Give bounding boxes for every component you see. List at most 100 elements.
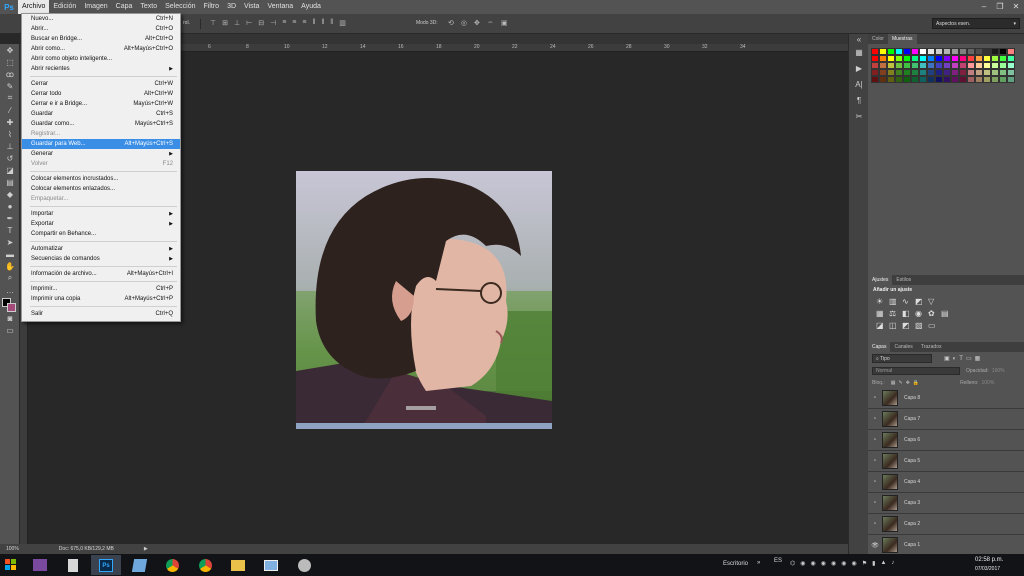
minimize-icon[interactable]: –: [976, 0, 992, 14]
restore-icon[interactable]: ❐: [992, 0, 1008, 14]
path-select-tool-icon[interactable]: ➤: [0, 236, 20, 248]
tray-volume-icon[interactable]: ♪: [891, 560, 894, 567]
file-menu-item[interactable]: Abrir... Ctrl+O: [22, 24, 180, 34]
gradient-map-icon[interactable]: ▭: [928, 321, 941, 330]
color-swatch[interactable]: [999, 55, 1007, 62]
3d-roll-icon[interactable]: ◎: [461, 19, 467, 27]
tray-app-3-icon[interactable]: ◉: [821, 560, 826, 567]
menu-edicion[interactable]: Edición: [49, 0, 80, 14]
file-menu-item[interactable]: Secuencias de comandos ▶: [22, 254, 180, 264]
actions-panel-icon[interactable]: ▶: [849, 60, 869, 76]
hand-tool-icon[interactable]: ✋: [0, 260, 20, 272]
invert-icon[interactable]: ◪: [876, 321, 889, 330]
levels-icon[interactable]: ▥: [889, 297, 902, 306]
layer-name[interactable]: Capa 8: [904, 395, 920, 401]
visibility-eye-icon[interactable]: 👁: [868, 542, 882, 549]
document-image[interactable]: [296, 171, 552, 429]
color-swatch[interactable]: [903, 55, 911, 62]
layer-name[interactable]: Capa 6: [904, 437, 920, 443]
color-swatch[interactable]: [911, 62, 919, 69]
file-menu-item[interactable]: Buscar en Bridge... Alt+Ctrl+O: [22, 34, 180, 44]
file-menu-item[interactable]: Guardar como... Mayús+Ctrl+S: [22, 119, 180, 129]
color-swatch[interactable]: [927, 62, 935, 69]
color-swatch[interactable]: [1007, 76, 1015, 83]
layer-row[interactable]: ▫ Capa 6: [868, 430, 1024, 451]
visibility-toggle-icon[interactable]: ▫: [868, 479, 882, 485]
visibility-toggle-icon[interactable]: ▫: [868, 458, 882, 464]
tab-adjustments[interactable]: Ajustes: [868, 275, 893, 285]
color-swatch[interactable]: [991, 55, 999, 62]
lasso-tool-icon[interactable]: ꝏ: [0, 68, 20, 80]
color-swatch[interactable]: [991, 76, 999, 83]
color-swatch[interactable]: [871, 55, 879, 62]
threshold-icon[interactable]: ◩: [902, 321, 915, 330]
color-swatch[interactable]: [943, 48, 951, 55]
layer-name[interactable]: Capa 7: [904, 416, 920, 422]
taskbar-app-chrome-icon[interactable]: [157, 555, 187, 575]
color-swatch[interactable]: [935, 76, 943, 83]
more-tools-icon[interactable]: …: [0, 284, 20, 296]
color-swatch[interactable]: [919, 62, 927, 69]
layer-filter-icons[interactable]: ▣◐T▭▦: [944, 355, 983, 362]
file-menu-item[interactable]: Automatizar ▶: [22, 244, 180, 254]
black-white-icon[interactable]: ◧: [902, 309, 915, 318]
color-swatch[interactable]: [983, 48, 991, 55]
file-menu-item[interactable]: Salir Ctrl+Q: [22, 309, 180, 319]
color-swatch[interactable]: [895, 76, 903, 83]
taskbar-app-viewer-icon[interactable]: [256, 555, 286, 575]
menu-filtro[interactable]: Filtro: [200, 0, 224, 14]
tray-app-2-icon[interactable]: ◉: [811, 560, 816, 567]
pen-tool-icon[interactable]: ✒: [0, 212, 20, 224]
taskbar-app-winrar-icon[interactable]: [25, 555, 55, 575]
close-icon[interactable]: ✕: [1008, 0, 1024, 14]
color-swatch[interactable]: [967, 69, 975, 76]
brush-tool-icon[interactable]: ⌇: [0, 128, 20, 140]
file-menu-item[interactable]: Cerrar Ctrl+W: [22, 79, 180, 89]
file-menu-item[interactable]: Exportar ▶: [22, 219, 180, 229]
color-swatch[interactable]: [935, 48, 943, 55]
layer-row[interactable]: ▫ Capa 4: [868, 472, 1024, 493]
zoom-tool-icon[interactable]: ⌕: [0, 272, 20, 284]
opacity-value[interactable]: 100%: [992, 368, 1005, 374]
color-swatch[interactable]: [935, 69, 943, 76]
color-swatch[interactable]: [959, 55, 967, 62]
color-swatch[interactable]: [999, 76, 1007, 83]
file-menu-item[interactable]: Abrir recientes ▶: [22, 64, 180, 74]
color-swatch[interactable]: [871, 48, 879, 55]
color-swatch[interactable]: [911, 48, 919, 55]
color-swatch[interactable]: [943, 55, 951, 62]
tab-swatches[interactable]: Muestras: [887, 34, 917, 44]
tray-flag-icon[interactable]: ⚑: [862, 560, 867, 567]
color-swatch[interactable]: [975, 48, 983, 55]
file-menu-item[interactable]: Compartir en Behance...: [22, 229, 180, 239]
color-swatch[interactable]: [895, 48, 903, 55]
color-swatch[interactable]: [919, 55, 927, 62]
color-swatch[interactable]: [999, 62, 1007, 69]
color-swatch[interactable]: [943, 69, 951, 76]
menu-imagen[interactable]: Imagen: [80, 0, 111, 14]
color-swatch[interactable]: [951, 76, 959, 83]
tray-app-6-icon[interactable]: ◉: [852, 560, 857, 567]
layer-row[interactable]: ▫ Capa 3: [868, 493, 1024, 514]
color-swatch[interactable]: [943, 76, 951, 83]
hue-saturation-icon[interactable]: ▦: [876, 309, 889, 318]
color-swatch[interactable]: [879, 76, 887, 83]
file-menu-item[interactable]: Guardar para Web... Alt+Mayús+Ctrl+S: [22, 139, 180, 149]
crop-tool-icon[interactable]: ⌗: [0, 92, 20, 104]
color-picker[interactable]: [0, 296, 20, 312]
menu-capa[interactable]: Capa: [112, 0, 137, 14]
color-swatch[interactable]: [919, 48, 927, 55]
screen-mode-icon[interactable]: ▭: [0, 324, 20, 336]
taskbar-app-notepad-icon[interactable]: [58, 555, 88, 575]
taskbar-desktop-label[interactable]: Escritorio: [723, 561, 748, 567]
color-swatch[interactable]: [879, 48, 887, 55]
tab-paths[interactable]: Trazados: [917, 342, 946, 352]
shape-tool-icon[interactable]: ▬: [0, 248, 20, 260]
color-swatch[interactable]: [927, 76, 935, 83]
distribute-vcenter-icon[interactable]: ≡: [292, 19, 296, 27]
layer-name[interactable]: Capa 3: [904, 500, 920, 506]
color-swatch[interactable]: [983, 69, 991, 76]
distribute-bottom-icon[interactable]: ≡: [302, 19, 306, 27]
visibility-toggle-icon[interactable]: ▫: [868, 395, 882, 401]
blend-mode-select[interactable]: Normal: [872, 367, 960, 375]
